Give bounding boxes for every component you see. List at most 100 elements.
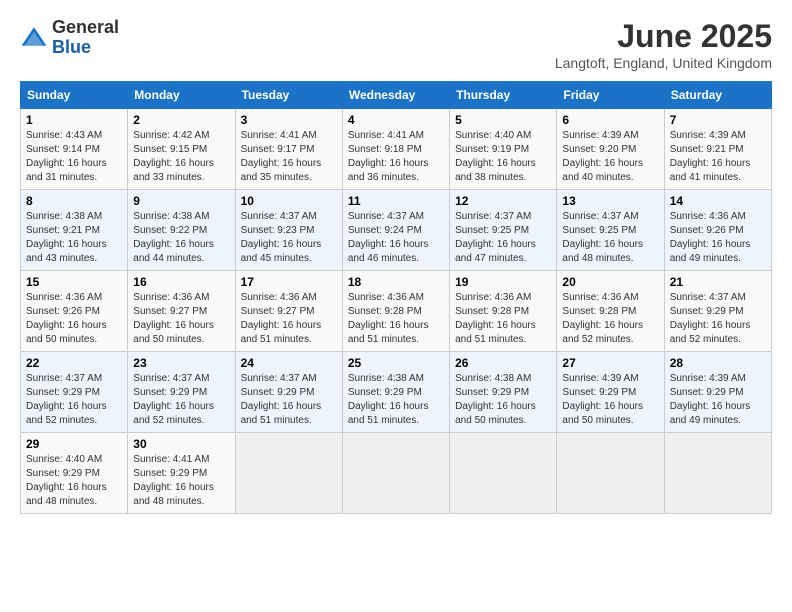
calendar-week-4: 22 Sunrise: 4:37 AMSunset: 9:29 PMDayligh… <box>21 352 772 433</box>
calendar-cell <box>557 433 664 514</box>
day-number: 22 <box>26 356 122 370</box>
day-number: 30 <box>133 437 229 451</box>
calendar-cell: 27 Sunrise: 4:39 AMSunset: 9:29 PMDayligh… <box>557 352 664 433</box>
day-number: 16 <box>133 275 229 289</box>
calendar-cell: 6Sunrise: 4:39 AMSunset: 9:20 PMDaylight… <box>557 109 664 190</box>
day-info: Sunrise: 4:39 AMSunset: 9:21 PMDaylight:… <box>670 130 751 183</box>
day-number: 24 <box>241 356 337 370</box>
day-number: 17 <box>241 275 337 289</box>
logo-icon <box>20 24 48 52</box>
calendar-cell <box>450 433 557 514</box>
day-number: 20 <box>562 275 658 289</box>
logo-blue: Blue <box>52 38 119 58</box>
day-info: Sunrise: 4:37 AMSunset: 9:23 PMDaylight:… <box>241 211 322 264</box>
header: General Blue June 2025 Langtoft, England… <box>20 18 772 71</box>
calendar-cell: 16 Sunrise: 4:36 AMSunset: 9:27 PMDayligh… <box>128 271 235 352</box>
month-title: June 2025 <box>555 18 772 55</box>
day-number: 9 <box>133 194 229 208</box>
calendar-cell: 3Sunrise: 4:41 AMSunset: 9:17 PMDaylight… <box>235 109 342 190</box>
logo-text: General Blue <box>52 18 119 58</box>
day-number: 5 <box>455 113 551 127</box>
day-info: Sunrise: 4:41 AMSunset: 9:18 PMDaylight:… <box>348 130 429 183</box>
day-number: 21 <box>670 275 766 289</box>
logo: General Blue <box>20 18 119 58</box>
calendar-table: SundayMondayTuesdayWednesdayThursdayFrid… <box>20 81 772 514</box>
calendar-cell: 26 Sunrise: 4:38 AMSunset: 9:29 PMDayligh… <box>450 352 557 433</box>
day-info: Sunrise: 4:40 AMSunset: 9:29 PMDaylight:… <box>26 454 107 507</box>
day-number: 8 <box>26 194 122 208</box>
calendar-cell <box>664 433 771 514</box>
day-number: 29 <box>26 437 122 451</box>
day-info: Sunrise: 4:36 AMSunset: 9:28 PMDaylight:… <box>455 292 536 345</box>
day-number: 19 <box>455 275 551 289</box>
day-info: Sunrise: 4:37 AMSunset: 9:24 PMDaylight:… <box>348 211 429 264</box>
weekday-header-friday: Friday <box>557 82 664 109</box>
calendar-cell: 5 Sunrise: 4:40 AMSunset: 9:19 PMDaylight… <box>450 109 557 190</box>
calendar-cell: 30 Sunrise: 4:41 AMSunset: 9:29 PMDayligh… <box>128 433 235 514</box>
day-info: Sunrise: 4:40 AMSunset: 9:19 PMDaylight:… <box>455 130 536 183</box>
calendar-cell: 17Sunrise: 4:36 AMSunset: 9:27 PMDayligh… <box>235 271 342 352</box>
weekday-header-sunday: Sunday <box>21 82 128 109</box>
location: Langtoft, England, United Kingdom <box>555 55 772 71</box>
day-number: 7 <box>670 113 766 127</box>
day-number: 26 <box>455 356 551 370</box>
day-number: 1 <box>26 113 122 127</box>
calendar-cell: 19 Sunrise: 4:36 AMSunset: 9:28 PMDayligh… <box>450 271 557 352</box>
day-number: 25 <box>348 356 444 370</box>
day-info: Sunrise: 4:43 AMSunset: 9:14 PMDaylight:… <box>26 130 107 183</box>
calendar-cell: 4 Sunrise: 4:41 AMSunset: 9:18 PMDaylight… <box>342 109 449 190</box>
calendar-cell: 28 Sunrise: 4:39 AMSunset: 9:29 PMDayligh… <box>664 352 771 433</box>
calendar-cell: 20 Sunrise: 4:36 AMSunset: 9:28 PMDayligh… <box>557 271 664 352</box>
day-info: Sunrise: 4:41 AMSunset: 9:29 PMDaylight:… <box>133 454 214 507</box>
day-info: Sunrise: 4:38 AMSunset: 9:29 PMDaylight:… <box>455 373 536 426</box>
day-info: Sunrise: 4:39 AMSunset: 9:29 PMDaylight:… <box>670 373 751 426</box>
calendar-cell: 14Sunrise: 4:36 AMSunset: 9:26 PMDayligh… <box>664 190 771 271</box>
day-number: 12 <box>455 194 551 208</box>
day-number: 18 <box>348 275 444 289</box>
day-info: Sunrise: 4:37 AMSunset: 9:25 PMDaylight:… <box>562 211 643 264</box>
calendar-cell: 25 Sunrise: 4:38 AMSunset: 9:29 PMDayligh… <box>342 352 449 433</box>
calendar-week-1: 1 Sunrise: 4:43 AMSunset: 9:14 PMDaylight… <box>21 109 772 190</box>
day-info: Sunrise: 4:37 AMSunset: 9:29 PMDaylight:… <box>26 373 107 426</box>
day-number: 13 <box>562 194 658 208</box>
weekday-header-wednesday: Wednesday <box>342 82 449 109</box>
calendar-cell <box>235 433 342 514</box>
calendar-week-3: 15 Sunrise: 4:36 AMSunset: 9:26 PMDayligh… <box>21 271 772 352</box>
day-info: Sunrise: 4:37 AMSunset: 9:29 PMDaylight:… <box>133 373 214 426</box>
day-info: Sunrise: 4:36 AMSunset: 9:28 PMDaylight:… <box>348 292 429 345</box>
calendar-cell: 29 Sunrise: 4:40 AMSunset: 9:29 PMDayligh… <box>21 433 128 514</box>
calendar-week-2: 8 Sunrise: 4:38 AMSunset: 9:21 PMDaylight… <box>21 190 772 271</box>
day-number: 14 <box>670 194 766 208</box>
day-info: Sunrise: 4:38 AMSunset: 9:29 PMDaylight:… <box>348 373 429 426</box>
day-info: Sunrise: 4:36 AMSunset: 9:27 PMDaylight:… <box>133 292 214 345</box>
weekday-header-thursday: Thursday <box>450 82 557 109</box>
day-number: 2 <box>133 113 229 127</box>
weekday-header-tuesday: Tuesday <box>235 82 342 109</box>
calendar-cell <box>342 433 449 514</box>
calendar-cell: 15 Sunrise: 4:36 AMSunset: 9:26 PMDayligh… <box>21 271 128 352</box>
calendar-cell: 10Sunrise: 4:37 AMSunset: 9:23 PMDayligh… <box>235 190 342 271</box>
day-info: Sunrise: 4:36 AMSunset: 9:28 PMDaylight:… <box>562 292 643 345</box>
calendar-cell: 13 Sunrise: 4:37 AMSunset: 9:25 PMDayligh… <box>557 190 664 271</box>
calendar-cell: 2 Sunrise: 4:42 AMSunset: 9:15 PMDaylight… <box>128 109 235 190</box>
day-number: 28 <box>670 356 766 370</box>
day-number: 27 <box>562 356 658 370</box>
calendar-week-5: 29 Sunrise: 4:40 AMSunset: 9:29 PMDayligh… <box>21 433 772 514</box>
day-info: Sunrise: 4:37 AMSunset: 9:29 PMDaylight:… <box>241 373 322 426</box>
calendar-cell: 12Sunrise: 4:37 AMSunset: 9:25 PMDayligh… <box>450 190 557 271</box>
day-info: Sunrise: 4:37 AMSunset: 9:29 PMDaylight:… <box>670 292 751 345</box>
day-info: Sunrise: 4:38 AMSunset: 9:22 PMDaylight:… <box>133 211 214 264</box>
day-info: Sunrise: 4:39 AMSunset: 9:29 PMDaylight:… <box>562 373 643 426</box>
calendar-cell: 22 Sunrise: 4:37 AMSunset: 9:29 PMDayligh… <box>21 352 128 433</box>
day-info: Sunrise: 4:38 AMSunset: 9:21 PMDaylight:… <box>26 211 107 264</box>
calendar-cell: 1 Sunrise: 4:43 AMSunset: 9:14 PMDaylight… <box>21 109 128 190</box>
page: General Blue June 2025 Langtoft, England… <box>0 0 792 612</box>
calendar-cell: 21 Sunrise: 4:37 AMSunset: 9:29 PMDayligh… <box>664 271 771 352</box>
day-number: 23 <box>133 356 229 370</box>
day-number: 15 <box>26 275 122 289</box>
calendar-cell: 24 Sunrise: 4:37 AMSunset: 9:29 PMDayligh… <box>235 352 342 433</box>
day-info: Sunrise: 4:36 AMSunset: 9:26 PMDaylight:… <box>26 292 107 345</box>
day-info: Sunrise: 4:42 AMSunset: 9:15 PMDaylight:… <box>133 130 214 183</box>
weekday-header-saturday: Saturday <box>664 82 771 109</box>
day-number: 4 <box>348 113 444 127</box>
